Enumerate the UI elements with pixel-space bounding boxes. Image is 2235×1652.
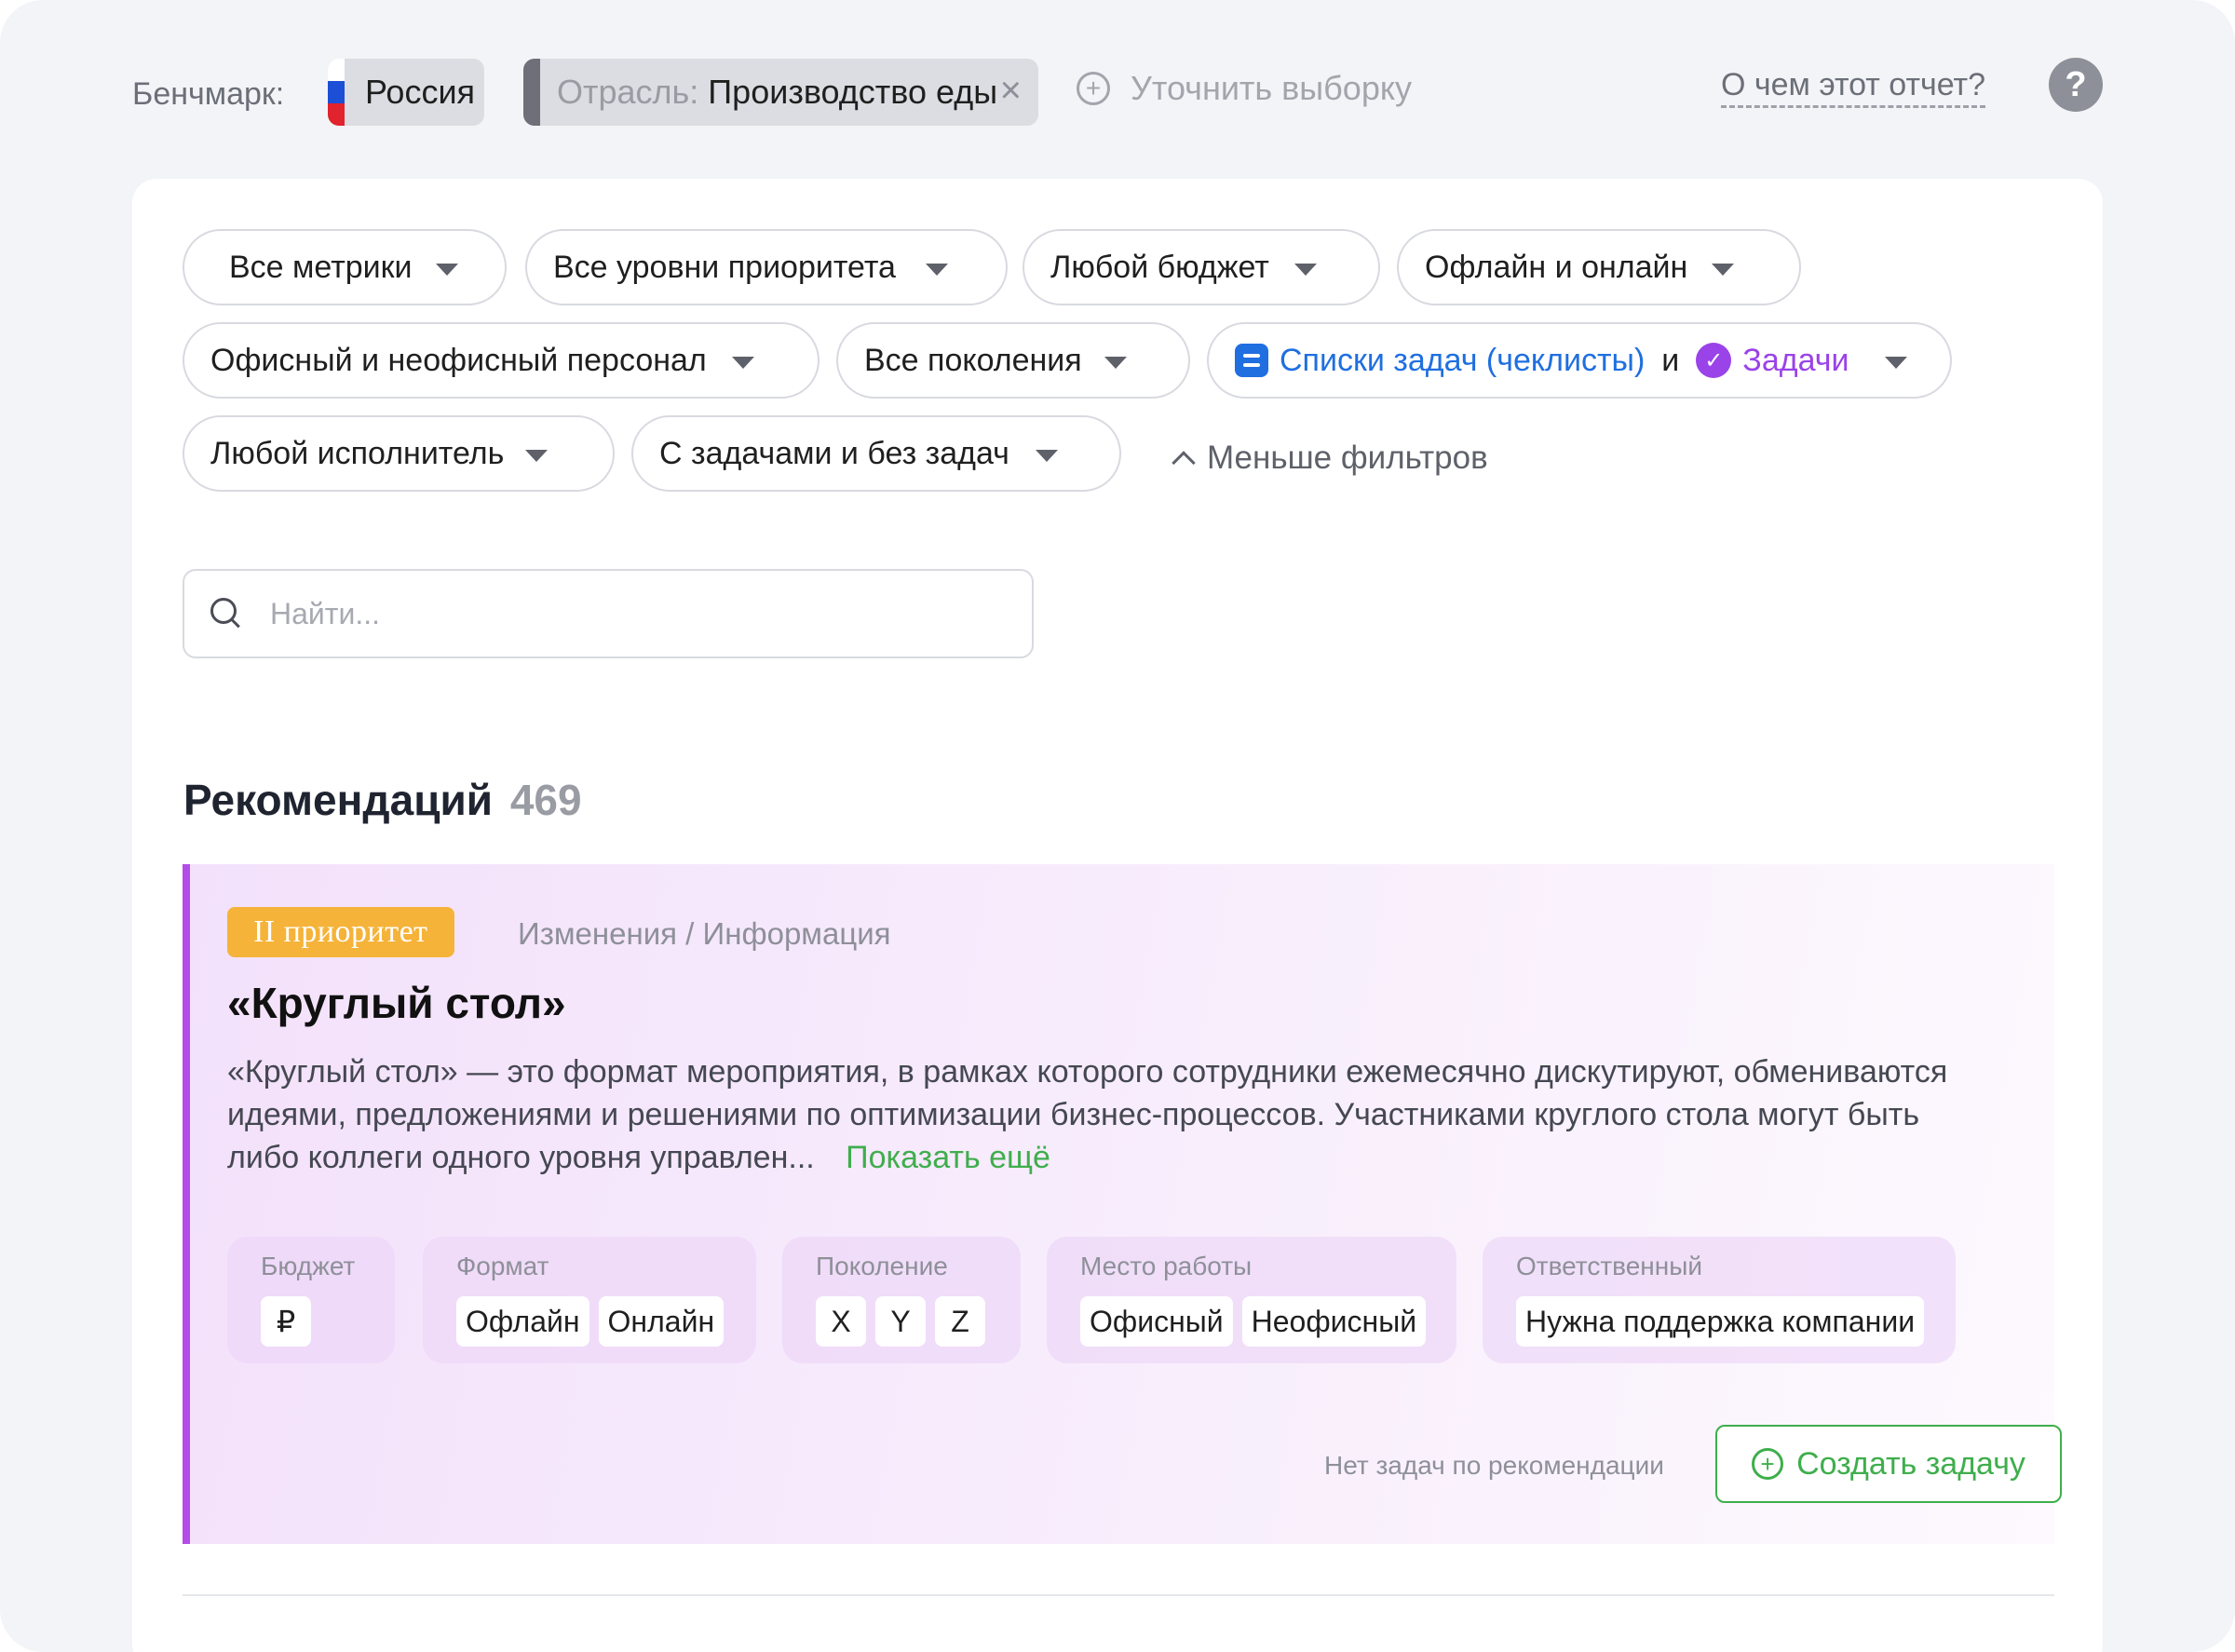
russia-flag-icon [328,59,345,126]
fewer-filters-label: Меньше фильтров [1207,440,1488,476]
search-icon [210,598,242,630]
metrics-filter[interactable]: Все метрики [183,229,507,305]
add-circle-icon: + [1077,72,1110,105]
format-filter-label: Офлайн и онлайн [1425,249,1688,285]
attr-workplace: Место работы Офисный Неофисный [1047,1237,1456,1363]
format-tag: Офлайн [456,1296,589,1347]
responsible-tag: Нужна поддержка компании [1516,1296,1925,1347]
attr-responsible-values: Нужна поддержка компании [1516,1296,1925,1347]
executor-filter[interactable]: Любой исполнитель [183,415,615,492]
recommendation-category: Изменения / Информация [518,916,891,951]
tasks-label: Задачи [1742,342,1849,378]
format-tag: Онлайн [598,1296,725,1347]
caret-down-icon [1885,357,1907,369]
flag-stripe-white [328,59,345,81]
top-bar: Бенчмарк: Россия Отрасль: Производство е… [0,0,2235,177]
help-icon[interactable]: ? [2049,58,2103,112]
list-divider [183,1594,2054,1596]
benchmark-label: Бенчмарк: [132,76,285,112]
staff-filter-label: Офисный и неофисный персонал [210,342,707,378]
priority-filter-label: Все уровни приоритета [553,249,896,285]
budget-filter[interactable]: Любой бюджет [1023,229,1380,305]
attr-budget: Бюджет ₽ [227,1237,395,1363]
attr-responsible-label: Ответственный [1516,1252,1702,1280]
attr-format: Формат Офлайн Онлайн [423,1237,756,1363]
benchmark-country-chip[interactable]: Россия [328,59,484,126]
refine-selection-button[interactable]: + Уточнить выборку [1077,69,1412,108]
budget-filter-label: Любой бюджет [1050,249,1269,285]
metrics-filter-label: Все метрики [229,249,413,285]
generations-filter[interactable]: Все поколения [836,322,1190,399]
generation-tag: X [816,1296,866,1347]
caret-down-icon [436,264,458,276]
generations-filter-label: Все поколения [864,342,1082,378]
attr-generation: Поколение X Y Z [782,1237,1021,1363]
workplace-tag: Офисный [1080,1296,1233,1347]
recommendation-description-text: «Круглый стол» — это формат мероприятия,… [227,1054,1948,1175]
caret-down-icon [926,264,948,276]
with-tasks-filter-label: С задачами и без задач [659,435,1009,471]
recommendation-title[interactable]: «Круглый стол» [227,978,566,1028]
budget-ruble-tag: ₽ [261,1296,311,1347]
attr-generation-label: Поколение [816,1252,948,1280]
priority-filter[interactable]: Все уровни приоритета [525,229,1008,305]
generation-tag: Z [935,1296,985,1347]
about-report-link[interactable]: О чем этот отчет? [1721,67,1986,108]
recommendations-title: Рекомендаций [183,776,494,824]
create-task-label: Создать задачу [1796,1445,2025,1482]
flag-stripe-blue [328,81,345,103]
staff-filter[interactable]: Офисный и неофисный персонал [183,322,820,399]
chevron-up-icon [1172,451,1196,475]
generation-tag: Y [875,1296,926,1347]
show-more-link[interactable]: Показать ещё [846,1140,1050,1175]
caret-down-icon [1294,264,1317,276]
search-box[interactable] [183,569,1034,658]
refine-selection-label: Уточнить выборку [1131,69,1412,107]
flag-stripe-red [328,103,345,126]
recommendations-heading: Рекомендаций 469 [183,775,582,825]
attr-workplace-values: Офисный Неофисный [1080,1296,1427,1347]
recommendation-card[interactable]: II приоритет Изменения / Информация «Кру… [183,864,2062,1544]
caret-down-icon [1036,450,1058,462]
checklists-label: Списки задач (чеклисты) [1280,342,1646,378]
chip-marker [523,59,540,126]
industry-value: Производство еды [708,73,998,111]
industry-filter-chip[interactable]: Отрасль: Производство еды × [523,59,1038,126]
attr-responsible: Ответственный Нужна поддержка компании [1483,1237,1956,1363]
caret-down-icon [525,450,548,462]
search-input[interactable] [270,596,996,631]
recommendations-count: 469 [509,776,582,824]
priority-badge: II приоритет [227,907,454,957]
benchmark-country-label: Россия [365,73,476,111]
caret-down-icon [1104,357,1127,369]
with-tasks-filter[interactable]: С задачами и без задач [631,415,1121,492]
create-task-button[interactable]: + Создать задачу [1715,1425,2062,1503]
task-type-filter[interactable]: Списки задач (чеклисты) и ✓ Задачи [1207,322,1952,399]
executor-filter-label: Любой исполнитель [210,435,505,471]
task-check-icon: ✓ [1696,343,1732,378]
fewer-filters-button[interactable]: Меньше фильтров [1170,440,1488,477]
and-word: и [1661,342,1680,378]
caret-down-icon [732,357,754,369]
attr-budget-values: ₽ [261,1296,311,1347]
main-panel: Все метрики Все уровни приоритета Любой … [132,179,2103,1652]
industry-prefix: Отрасль: [557,73,699,111]
attr-format-label: Формат [456,1252,549,1280]
caret-down-icon [1712,264,1734,276]
attr-workplace-label: Место работы [1080,1252,1253,1280]
attr-format-values: Офлайн Онлайн [456,1296,725,1347]
app-screen: Бенчмарк: Россия Отрасль: Производство е… [0,0,2235,1652]
workplace-tag: Неофисный [1241,1296,1427,1347]
format-filter[interactable]: Офлайн и онлайн [1397,229,1801,305]
recommendation-description: «Круглый стол» — это формат мероприятия,… [227,1050,1997,1179]
attr-generation-values: X Y Z [816,1296,985,1347]
checklist-icon [1235,344,1268,377]
close-icon[interactable]: × [1000,72,1022,109]
add-circle-icon: + [1752,1448,1784,1480]
attr-budget-label: Бюджет [261,1252,356,1280]
no-tasks-text: Нет задач по рекомендации [1324,1451,1664,1480]
